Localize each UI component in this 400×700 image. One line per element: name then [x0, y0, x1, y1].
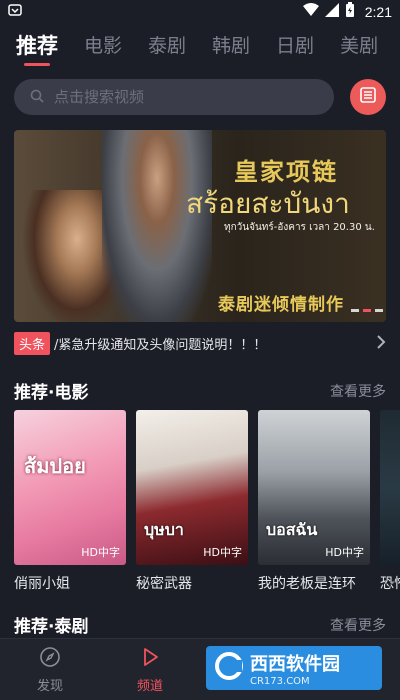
watermark-logo-icon — [214, 651, 244, 685]
movie-card[interactable]: ส้มปอย HD中字 俏丽小姐 — [14, 410, 126, 594]
movie-poster: บอสฉัน HD中字 — [258, 410, 370, 565]
search-box[interactable] — [14, 79, 334, 115]
section-title: 推荐·电影 — [14, 383, 89, 403]
movie-title: 秘密武器 — [136, 576, 192, 592]
banner-pagination — [351, 309, 383, 312]
movie-poster — [380, 410, 400, 565]
section-header-movies: 推荐·电影 查看更多 — [14, 378, 386, 403]
tab-thai-drama[interactable]: 泰剧 — [148, 30, 186, 66]
movie-poster: ส้มปอย HD中字 — [14, 410, 126, 565]
search-icon — [30, 88, 44, 107]
quality-badge: HD中字 — [81, 546, 120, 559]
nav-discover[interactable]: 发现 — [0, 639, 100, 700]
banner-dot[interactable] — [351, 309, 359, 312]
signal-icon — [324, 3, 339, 21]
watermark-text: 西西软件园 — [250, 653, 340, 675]
movie-title: 我的老板是连环 — [258, 576, 356, 592]
quality-badge: HD中字 — [203, 546, 242, 559]
category-tabs: 推荐 电影 泰剧 韩剧 日剧 美剧 — [0, 30, 400, 70]
movie-card[interactable]: บอสฉัน HD中字 我的老板是连环 — [258, 410, 370, 594]
tab-recommended[interactable]: 推荐 — [16, 30, 58, 66]
site-watermark: 西西软件园 CR173.COM — [206, 646, 382, 690]
movie-title: 恐怖 — [380, 576, 400, 592]
poster-title-art: บุษบา — [144, 520, 184, 539]
quality-badge: HD中字 — [325, 546, 364, 559]
movie-card[interactable]: 恐怖 — [380, 410, 400, 594]
see-more-link[interactable]: 查看更多 — [330, 615, 386, 635]
watermark-subtext: CR173.COM — [250, 675, 310, 687]
section-title: 推荐·泰剧 — [14, 617, 89, 637]
chevron-right-icon — [376, 333, 386, 354]
see-more-link[interactable]: 查看更多 — [330, 381, 386, 401]
notification-icon — [8, 3, 22, 21]
banner-dot[interactable] — [375, 309, 383, 312]
movie-poster: บุษบา HD中字 — [136, 410, 248, 565]
poster-title-art: บอสฉัน — [266, 520, 318, 539]
search-row — [14, 78, 386, 116]
headline-text: /紧急升级通知及头像问题说明！！！ — [54, 337, 267, 353]
search-input[interactable] — [54, 88, 314, 106]
status-time: 2:21 — [364, 4, 392, 20]
nav-label: 发现 — [36, 678, 63, 694]
history-list-button[interactable] — [350, 79, 386, 115]
nav-channel[interactable]: 频道 — [100, 639, 200, 700]
tab-movies[interactable]: 电影 — [84, 30, 122, 66]
section-header-thai: 推荐·泰剧 查看更多 — [14, 612, 386, 637]
active-tab-indicator — [24, 63, 50, 66]
banner-tagline: 泰剧迷倾情制作 — [218, 295, 344, 315]
movie-list: ส้มปอย HD中字 俏丽小姐 บุษบา HD中字 秘密武器 บอสฉัน … — [14, 410, 400, 594]
list-icon — [359, 86, 377, 108]
tab-american-drama[interactable]: 美剧 — [340, 30, 378, 66]
poster-title-art: ส้มปอย — [24, 454, 86, 478]
nav-label: 频道 — [136, 678, 163, 694]
wifi-icon — [302, 3, 319, 21]
battery-icon — [345, 2, 355, 22]
play-icon — [139, 646, 161, 672]
banner-dot-active[interactable] — [363, 309, 371, 312]
featured-banner[interactable]: 皇家项链 สร้อยสะบันงา ทุกวันจันทร์-อังคาร เว… — [14, 130, 386, 322]
compass-icon — [39, 646, 61, 672]
headline-badge: 头条 — [14, 331, 51, 355]
headline-news[interactable]: 头条 /紧急升级通知及头像问题说明！！！ — [14, 330, 386, 356]
banner-actor-image — [102, 130, 212, 322]
movie-card[interactable]: บุษบา HD中字 秘密武器 — [136, 410, 248, 594]
movie-title: 俏丽小姐 — [14, 576, 70, 592]
banner-schedule: ทุกวันจันทร์-อังคาร เวลา 20.30 น. — [224, 222, 375, 233]
tab-japanese-drama[interactable]: 日剧 — [276, 30, 314, 66]
tab-korean-drama[interactable]: 韩剧 — [212, 30, 250, 66]
status-bar: 2:21 — [0, 0, 400, 24]
